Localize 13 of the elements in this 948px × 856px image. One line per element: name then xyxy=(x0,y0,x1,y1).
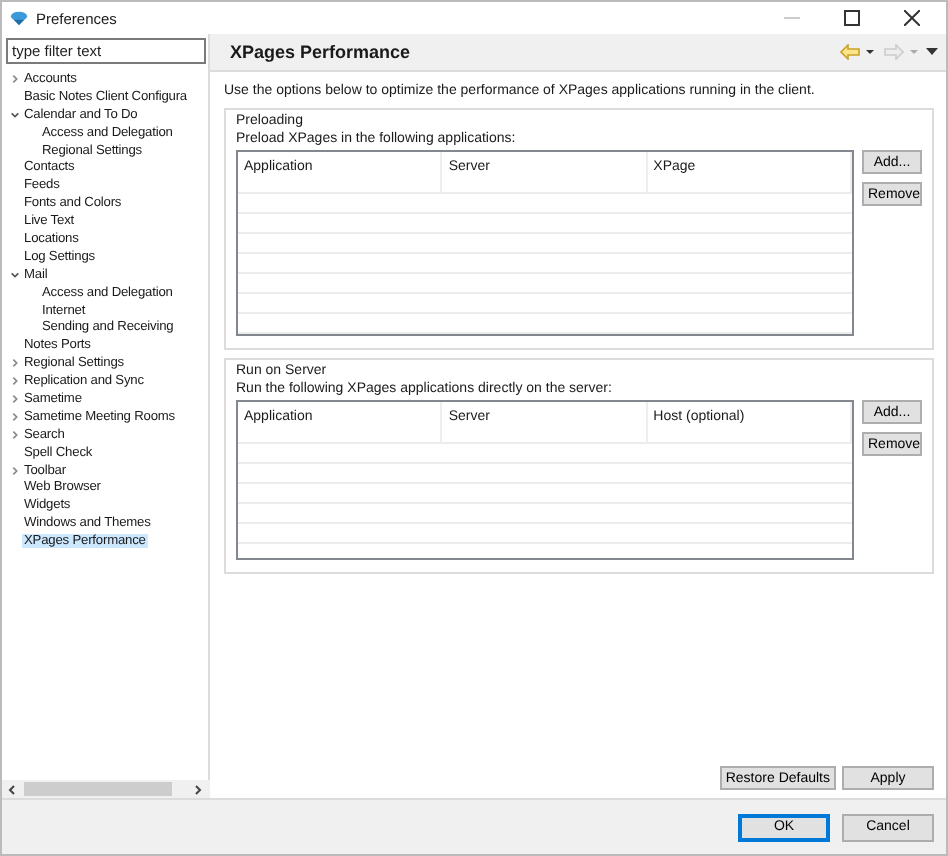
close-icon[interactable] xyxy=(904,10,920,26)
chevron-down-icon[interactable] xyxy=(9,109,19,120)
page-title: XPages Performance xyxy=(230,42,413,62)
scroll-right-icon[interactable] xyxy=(192,783,204,795)
chevron-right-icon[interactable] xyxy=(9,465,19,476)
scroll-left-icon[interactable] xyxy=(6,783,18,795)
chevron-right-icon[interactable] xyxy=(9,73,19,84)
chevron-down-icon[interactable] xyxy=(9,269,19,280)
view-menu-icon[interactable] xyxy=(926,48,938,56)
scrollbar-thumb[interactable] xyxy=(24,782,172,796)
maximize-icon[interactable] xyxy=(844,10,860,26)
dropdown-icon[interactable] xyxy=(864,48,876,56)
app-icon xyxy=(10,10,28,26)
